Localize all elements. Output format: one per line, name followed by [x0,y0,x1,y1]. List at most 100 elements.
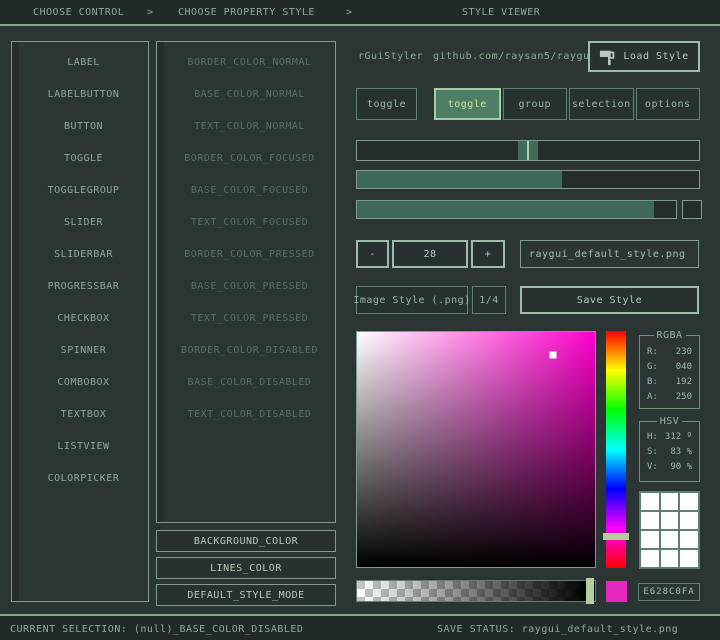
controls-item[interactable]: BUTTON [19,111,148,143]
controls-item[interactable]: LABEL [19,47,148,79]
top-section-bar: CHOOSE CONTROL > CHOOSE PROPERTY STYLE >… [0,0,720,26]
default-style-mode-button[interactable]: DEFAULT_STYLE_MODE [156,584,336,606]
rgba-r-label: R: [647,345,658,360]
lines-color-button[interactable]: LINES_COLOR [156,557,336,579]
hue-handle[interactable] [603,533,629,540]
toggle-group-option-group[interactable]: group [503,88,568,120]
properties-item[interactable]: TEXT_COLOR_DISABLED [164,399,335,431]
properties-listview: BORDER_COLOR_NORMALBASE_COLOR_NORMALTEXT… [156,41,336,523]
slider[interactable] [356,140,700,161]
paint-roller-icon [599,48,617,66]
section-label-style-viewer: STYLE VIEWER [462,7,540,18]
section-label-choose-control: CHOOSE CONTROL [33,7,124,18]
controls-item[interactable]: SLIDERBAR [19,239,148,271]
spinner-value-box[interactable]: 28 [392,240,468,268]
style-color-cell [661,550,679,567]
sv-cursor[interactable] [550,351,557,358]
rgba-groupbox: RGBA R: 230 G: 040 B: 192 A: 250 [639,335,700,409]
style-filename-input[interactable]: raygui_default_style.png [520,240,699,268]
hsv-groupbox: HSV H: 312 º S: 83 % V: 90 % [639,421,700,482]
background-color-button[interactable]: BACKGROUND_COLOR [156,530,336,552]
style-color-cell [680,493,698,510]
hsv-s-row: S: 83 % [640,445,699,460]
rgba-a-value: 250 [676,390,692,405]
chevron-right-icon: > [147,7,154,18]
sliderbar-fill [357,171,562,188]
properties-item[interactable]: BASE_COLOR_PRESSED [164,271,335,303]
toggle-group-option-options[interactable]: options [636,88,701,120]
sv-square[interactable] [356,331,596,568]
hsv-title: HSV [657,416,683,427]
properties-item[interactable]: BASE_COLOR_FOCUSED [164,175,335,207]
style-color-cell [661,512,679,529]
hex-value-input[interactable]: E628C0FA [638,583,700,601]
load-style-label: Load Style [623,51,688,62]
controls-item[interactable]: COMBOBOX [19,367,148,399]
controls-item[interactable]: TOGGLEGROUP [19,175,148,207]
rgba-b-value: 192 [676,375,692,390]
style-color-cell [661,531,679,548]
controls-item[interactable]: COLORPICKER [19,463,148,495]
controls-item[interactable]: CHECKBOX [19,303,148,335]
properties-item[interactable]: BASE_COLOR_DISABLED [164,367,335,399]
status-bar: CURRENT SELECTION: (null)_BASE_COLOR_DIS… [0,614,720,640]
rgba-r-value: 230 [676,345,692,360]
rgba-a-row: A: 250 [640,390,699,405]
image-style-button[interactable]: Image Style (.png) [356,286,468,314]
hsv-s-value: 83 % [670,445,692,460]
ratio-button[interactable]: 1/4 [472,286,506,314]
properties-item[interactable]: BORDER_COLOR_NORMAL [164,47,335,79]
slider-knob[interactable] [518,141,538,160]
progress-checkbox[interactable] [682,200,702,219]
controls-item[interactable]: SPINNER [19,335,148,367]
toggle-group: togglegroupselectionoptions [434,88,700,120]
repo-link-label: github.com/raysan5/raygui [433,51,596,62]
chevron-right-icon: > [346,7,353,18]
alpha-handle[interactable] [586,578,594,604]
rgba-r-row: R: 230 [640,345,699,360]
controls-item[interactable]: PROGRESSBAR [19,271,148,303]
controls-item[interactable]: LABELBUTTON [19,79,148,111]
properties-item[interactable]: TEXT_COLOR_FOCUSED [164,207,335,239]
hsv-h-value: 312 º [665,430,692,445]
rgba-g-row: G: 040 [640,360,699,375]
toggle-group-option-selection[interactable]: selection [569,88,634,120]
toggle-group-option-toggle[interactable]: toggle [434,88,501,120]
controls-item[interactable]: LISTVIEW [19,431,148,463]
hue-bar[interactable] [606,331,626,568]
properties-scrollbar[interactable] [157,42,164,522]
controls-item[interactable]: TOGGLE [19,143,148,175]
controls-scrollbar[interactable] [12,42,19,601]
rgba-a-label: A: [647,390,658,405]
properties-item[interactable]: BASE_COLOR_NORMAL [164,79,335,111]
toggle-single-button[interactable]: toggle [356,88,417,120]
hsv-h-label: H: [647,430,658,445]
alpha-bar[interactable] [356,580,596,602]
properties-item[interactable]: BORDER_COLOR_FOCUSED [164,143,335,175]
spinner-increment-button[interactable]: + [471,240,505,268]
rgba-g-label: G: [647,360,658,375]
controls-item[interactable]: SLIDER [19,207,148,239]
controls-listview: LABELLABELBUTTONBUTTONTOGGLETOGGLEGROUPS… [11,41,149,602]
style-color-cell [661,493,679,510]
sliderbar[interactable] [356,170,700,189]
style-color-cell [641,531,659,548]
save-status: SAVE STATUS: raygui_default_style.png [437,624,678,635]
properties-item[interactable]: BORDER_COLOR_DISABLED [164,335,335,367]
rgba-g-value: 040 [676,360,692,375]
hsv-v-row: V: 90 % [640,460,699,475]
current-selection-status: CURRENT SELECTION: (null)_BASE_COLOR_DIS… [10,624,303,635]
spinner-decrement-button[interactable]: - [356,240,389,268]
controls-item[interactable]: TEXTBOX [19,399,148,431]
style-color-cell [680,531,698,548]
progressbar [356,200,677,219]
rgba-b-row: B: 192 [640,375,699,390]
properties-item[interactable]: TEXT_COLOR_NORMAL [164,111,335,143]
load-style-button[interactable]: Load Style [588,41,700,72]
style-color-cell [641,512,659,529]
properties-item[interactable]: TEXT_COLOR_PRESSED [164,303,335,335]
progressbar-fill [357,201,654,218]
save-style-button[interactable]: Save Style [520,286,699,314]
properties-item[interactable]: BORDER_COLOR_PRESSED [164,239,335,271]
hsv-s-label: S: [647,445,658,460]
